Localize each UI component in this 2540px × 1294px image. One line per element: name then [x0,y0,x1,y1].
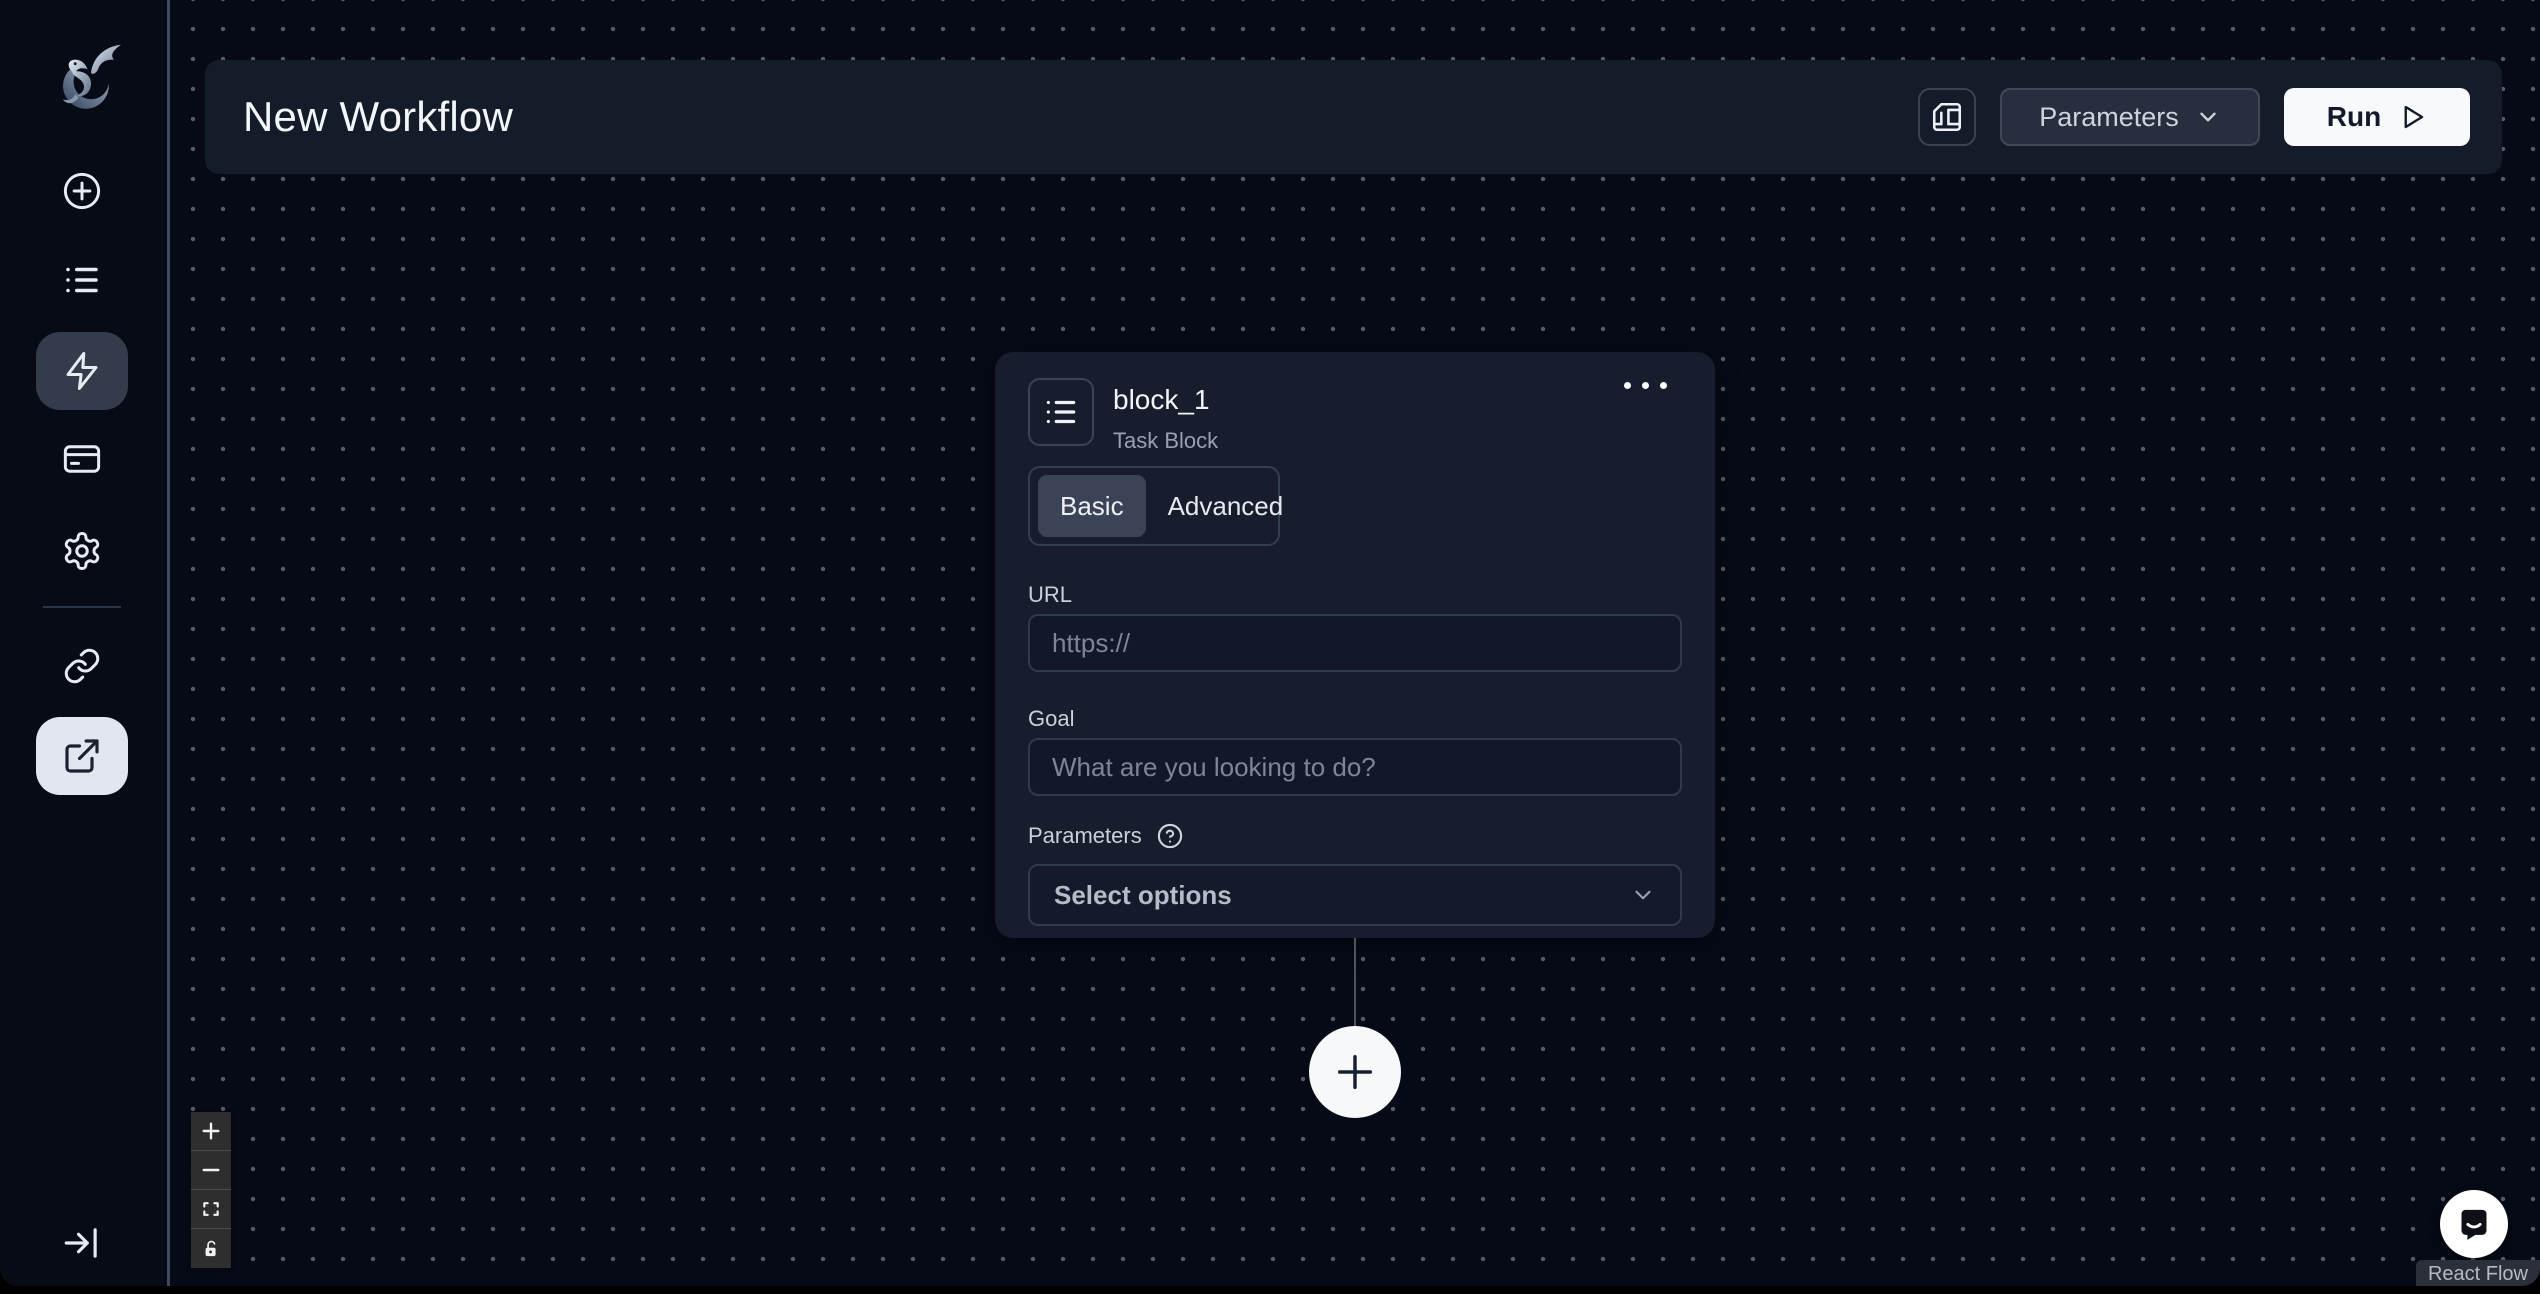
node-icon-box [1028,378,1094,446]
sidebar-item-create[interactable] [36,152,128,230]
help-circle-icon[interactable] [1156,822,1184,850]
ellipsis-icon [1624,382,1631,389]
chevron-down-icon [1630,882,1656,908]
sidebar [0,0,167,1286]
parameters-dropdown-button[interactable]: Parameters [2000,88,2260,146]
sidebar-item-workflows[interactable] [36,332,128,410]
sidebar-item-settings[interactable] [36,512,128,590]
sidebar-collapse-button[interactable] [36,1204,128,1282]
url-input[interactable] [1028,614,1682,672]
goal-input[interactable] [1028,738,1682,796]
header-actions: Parameters Run [1918,88,2470,146]
parameters-button-label: Parameters [2039,102,2179,133]
skyvern-logo [38,36,130,124]
fit-view-icon [201,1199,221,1219]
parameters-select[interactable]: Select options [1028,864,1682,926]
url-label: URL [1028,582,1072,608]
sidebar-item-credentials[interactable] [36,420,128,498]
fit-view-button[interactable] [191,1190,231,1229]
parameters-label-row: Parameters [1028,822,1184,850]
list-icon [1042,393,1080,431]
arrow-right-to-bar-icon [61,1222,103,1264]
goal-label: Goal [1028,706,1074,732]
task-block-node[interactable]: block_1 Task Block Basic Advanced URL Go… [995,352,1715,938]
lightning-icon [61,350,103,392]
save-button[interactable] [1918,88,1976,146]
list-icon [61,259,103,301]
lock-icon [201,1239,221,1259]
run-button-label: Run [2327,101,2381,133]
play-icon [2397,102,2427,132]
save-icon [1930,100,1964,134]
add-block-button[interactable] [1309,1026,1401,1118]
canvas-controls [191,1112,231,1268]
chat-widget-button[interactable] [2440,1190,2508,1258]
workflow-editor-app: New Workflow Parameters Run [0,0,2540,1286]
chevron-down-icon [2195,104,2221,130]
zoom-out-button[interactable] [191,1151,231,1190]
zoom-in-button[interactable] [191,1112,231,1151]
node-connector-edge [1354,938,1356,1028]
node-tabs: Basic Advanced [1028,466,1280,546]
react-flow-attribution: React Flow [2416,1260,2540,1286]
external-link-icon [62,736,102,776]
sidebar-item-runs[interactable] [36,241,128,319]
node-title: block_1 [1113,384,1210,416]
node-subtitle: Task Block [1113,428,1218,454]
sidebar-item-integrations[interactable] [36,627,128,705]
page-title: New Workflow [243,93,513,141]
parameters-label: Parameters [1028,823,1142,849]
chat-bubble-icon [2454,1204,2494,1244]
tab-basic[interactable]: Basic [1038,475,1146,537]
lock-button[interactable] [191,1229,231,1268]
zoom-in-icon [200,1120,222,1142]
sidebar-item-open-external[interactable] [36,717,128,795]
credit-card-icon [61,438,103,480]
zoom-out-icon [200,1159,222,1181]
sidebar-divider [43,606,121,608]
parameters-select-value: Select options [1054,880,1232,911]
workflow-header-bar: New Workflow Parameters Run [205,60,2502,174]
plus-icon [1332,1049,1378,1095]
plus-circle-icon [61,170,103,212]
tab-advanced[interactable]: Advanced [1146,475,1306,537]
node-menu-button[interactable] [1616,374,1675,397]
run-button[interactable]: Run [2284,88,2470,146]
link-icon [62,646,102,686]
gear-icon [61,530,103,572]
